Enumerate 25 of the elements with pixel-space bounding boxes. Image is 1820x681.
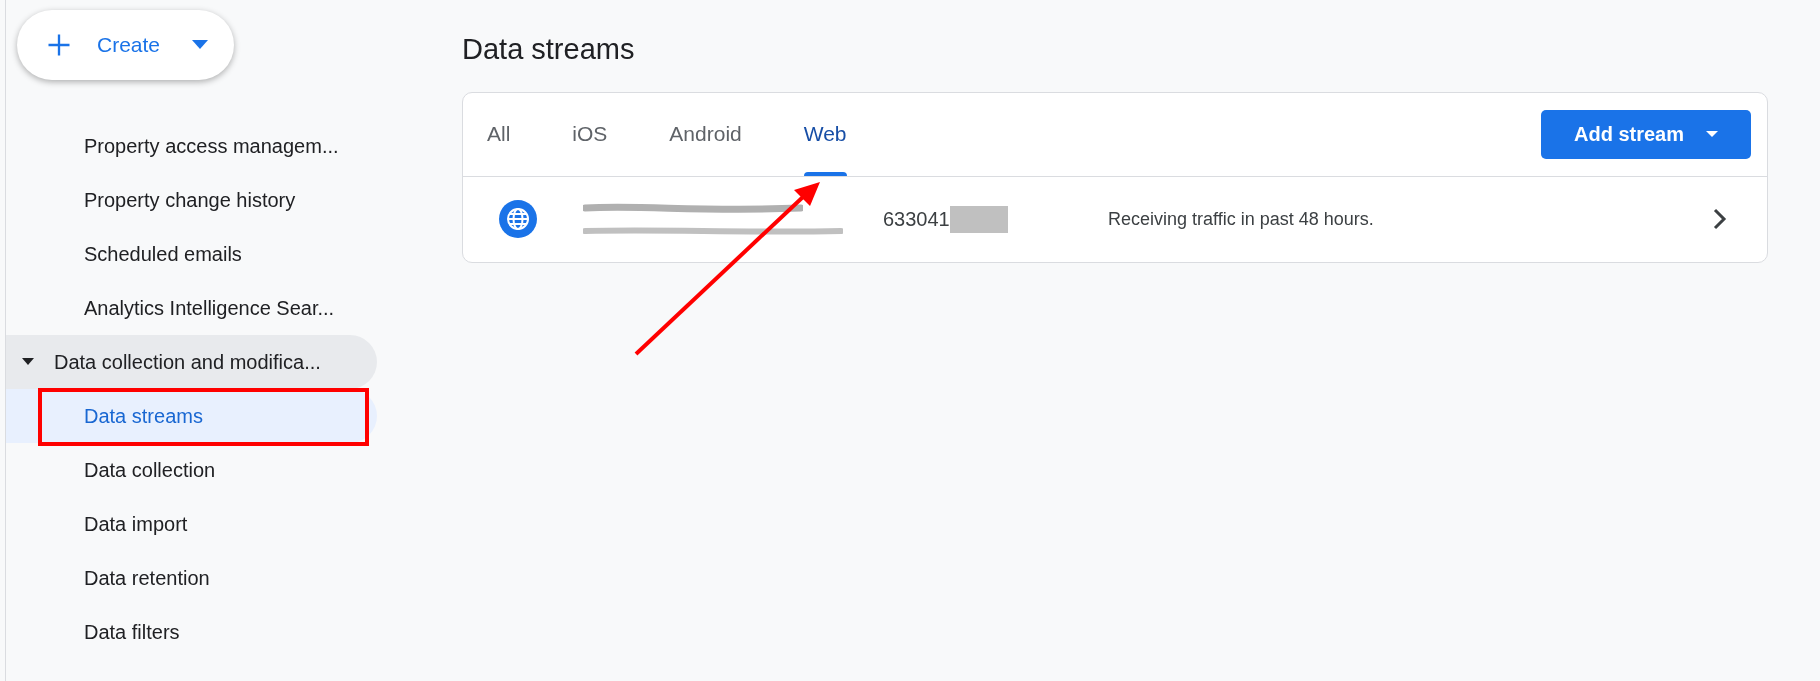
sidebar-item[interactable]: Data retention bbox=[6, 551, 377, 605]
chevron-right-icon bbox=[1713, 208, 1727, 230]
globe-icon bbox=[499, 200, 537, 238]
tab[interactable]: Android bbox=[639, 92, 772, 176]
tab[interactable]: iOS bbox=[542, 92, 638, 176]
stream-status: Receiving traffic in past 48 hours. bbox=[1108, 207, 1374, 231]
caret-icon bbox=[192, 40, 209, 50]
sidebar-item[interactable]: Property change history bbox=[6, 173, 377, 227]
sidebar-item[interactable]: Data filters bbox=[6, 605, 377, 659]
caret-icon bbox=[22, 358, 34, 366]
stream-id: 633041 bbox=[883, 207, 950, 232]
sidebar-item[interactable]: Data streams bbox=[6, 389, 377, 443]
sidebar-group[interactable]: Data collection and modifica... bbox=[6, 335, 377, 389]
tab[interactable]: Web bbox=[773, 92, 877, 176]
sidebar-item[interactable]: Analytics Intelligence Sear... bbox=[6, 281, 377, 335]
sidebar-item[interactable]: Property access managem... bbox=[6, 119, 377, 173]
tab[interactable]: All bbox=[487, 92, 541, 176]
sidebar-item[interactable]: Data import bbox=[6, 497, 377, 551]
caret-icon bbox=[1706, 130, 1718, 138]
create-button[interactable]: Create bbox=[17, 10, 234, 80]
sidebar-item[interactable]: Data collection bbox=[6, 443, 377, 497]
page-title: Data streams bbox=[462, 32, 635, 67]
add-stream-button[interactable]: Add stream bbox=[1541, 109, 1751, 159]
stream-row[interactable]: 633041 Receiving traffic in past 48 hours. bbox=[463, 176, 1767, 262]
sidebar-item[interactable]: Scheduled emails bbox=[6, 227, 377, 281]
